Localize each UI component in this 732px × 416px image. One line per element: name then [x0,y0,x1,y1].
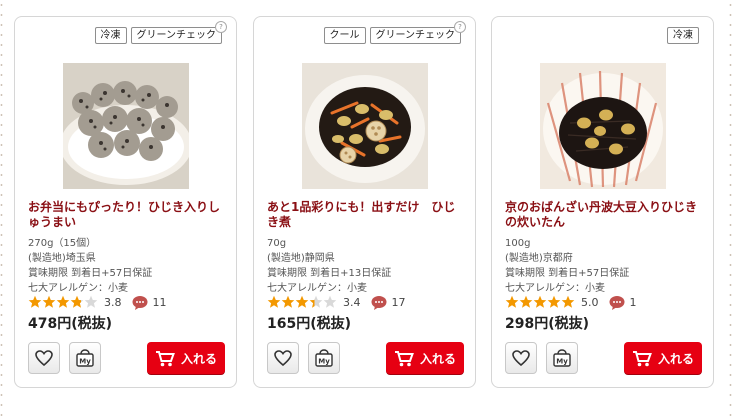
svg-text:My: My [556,358,568,366]
star-icon [42,295,56,308]
tag-badge[interactable]: 冷凍 [667,27,699,44]
help-icon[interactable]: ? [454,21,466,33]
product-card: クール グリーンチェック? あと1品彩りにも！出すだけ ひじき煮 70g (製造… [253,16,476,388]
heart-icon [512,350,530,366]
rating-row: 5.0 1 [505,293,637,311]
star-rating [505,295,575,309]
star-icon [281,295,295,308]
star-icon [533,295,547,308]
add-to-cart-label: 入れる [657,351,694,366]
tag-badge[interactable]: グリーンチェック? [369,21,466,44]
heart-icon [35,350,53,366]
cart-icon [394,350,414,366]
my-bag-icon: My [76,349,94,367]
review-count[interactable]: 1 [630,296,637,309]
my-list-button[interactable]: My [546,342,578,374]
product-info: 100g (製造地)京都府 賞味期限 到着日+57日保証 七大アレルゲン：小麦 [505,236,705,296]
star-icon [519,295,533,308]
product-price: 478円(税抜) [28,316,113,332]
my-bag-icon: My [553,349,571,367]
product-price: 298円(税抜) [505,316,590,332]
product-expiry: 賞味期限 到着日+57日保証 [505,268,630,279]
product-expiry: 賞味期限 到着日+57日保証 [28,268,153,279]
tag-badge[interactable]: 冷凍 [94,27,127,44]
add-to-cart-label: 入れる [419,351,456,366]
product-title[interactable]: あと1品彩りにも！出すだけ ひじき煮 [267,200,467,230]
tag-badge[interactable]: クール [323,27,366,44]
star-icon [28,295,42,308]
my-list-button[interactable]: My [308,342,340,374]
product-origin: (製造地)静岡県 [267,253,335,264]
favorite-button[interactable] [28,342,60,374]
add-to-cart-button[interactable]: 入れる [147,342,225,374]
product-tags: 冷凍 グリーンチェック? [94,21,227,44]
favorite-button[interactable] [267,342,299,374]
star-icon [295,295,309,308]
product-title[interactable]: 京のおばんざい丹波大豆入りひじきの炊いたん [505,200,705,230]
cart-icon [155,350,175,366]
rating-value: 5.0 [581,295,599,309]
review-count[interactable]: 17 [392,296,406,309]
product-price: 165円(税抜) [267,316,352,332]
product-amount: 270g（15個） [28,238,97,249]
my-list-button[interactable]: My [69,342,101,374]
add-to-cart-button[interactable]: 入れる [624,342,702,374]
star-rating [267,295,337,309]
favorite-button[interactable] [505,342,537,374]
product-expiry: 賞味期限 到着日+13日保証 [267,268,392,279]
star-rating [28,295,98,309]
help-icon[interactable]: ? [215,21,227,33]
star-icon [505,295,519,308]
star-icon [70,295,84,308]
star-icon [561,295,575,308]
product-image[interactable] [540,63,666,189]
star-icon [309,295,323,308]
cart-icon [632,350,652,366]
star-icon [547,295,561,308]
product-title[interactable]: お弁当にもぴったり！ひじき入りしゅうまい [28,200,228,230]
rating-value: 3.8 [104,295,122,309]
add-to-cart-button[interactable]: 入れる [386,342,464,374]
comment-bubble-icon[interactable] [371,295,387,310]
product-image[interactable] [63,63,189,189]
product-amount: 100g [505,238,531,249]
product-card: 冷凍 京のおばんざい丹波大豆入りひじきの炊いたん 100g (製造地)京都府 賞… [491,16,714,388]
comment-bubble-icon[interactable] [132,295,148,310]
comment-bubble-icon[interactable] [609,295,625,310]
left-dotted-border [0,0,3,416]
product-tags: 冷凍 [667,27,699,44]
svg-text:My: My [79,358,91,366]
product-info: 270g（15個） (製造地)埼玉県 賞味期限 到着日+57日保証 七大アレルゲ… [28,236,228,296]
star-icon [56,295,70,308]
star-icon [267,295,281,308]
rating-row: 3.8 11 [28,293,167,311]
my-bag-icon: My [315,349,333,367]
heart-icon [274,350,292,366]
product-image[interactable] [302,63,428,189]
product-tags: クール グリーンチェック? [323,21,466,44]
product-card: 冷凍 グリーンチェック? お弁当にもぴったり！ひじき入りしゅうまい 270g（1… [14,16,237,388]
tag-badge[interactable]: グリーンチェック? [130,21,227,44]
product-amount: 70g [267,238,287,249]
product-origin: (製造地)京都府 [505,253,573,264]
svg-text:My: My [318,358,330,366]
product-origin: (製造地)埼玉県 [28,253,96,264]
add-to-cart-label: 入れる [180,351,217,366]
review-count[interactable]: 11 [153,296,167,309]
product-info: 70g (製造地)静岡県 賞味期限 到着日+13日保証 七大アレルゲン：小麦 [267,236,467,296]
rating-value: 3.4 [343,295,361,309]
star-icon [323,295,337,308]
star-icon [84,295,98,308]
rating-row: 3.4 17 [267,293,406,311]
